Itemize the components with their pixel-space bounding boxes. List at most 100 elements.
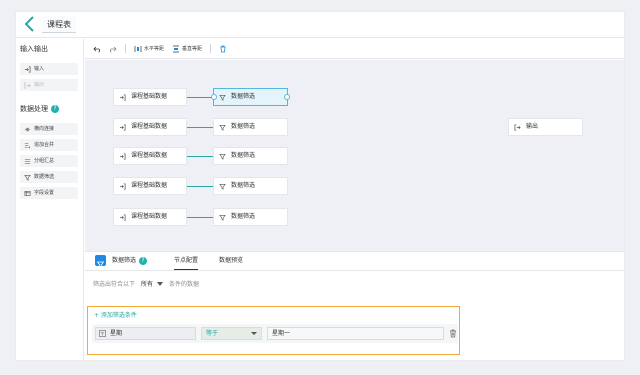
sidebar-item-label: 字段设置 [34,190,55,196]
source-node[interactable]: 课程基础数据 [113,88,187,106]
condition-operator-select[interactable]: 等于 [201,327,262,340]
filter-icon [24,174,31,181]
group-title-io-label: 输入输出 [20,45,48,53]
filter-icon [219,124,226,131]
flow-canvas[interactable]: 课程基础数据 数据筛选 课程基础数据 数据筛选 课程基础数据 数据筛选 课程基础… [85,60,624,251]
sidebar-item-label: 输入 [34,66,45,72]
vertical-distribute-label: 垂直等距 [182,46,203,52]
panel-header: 数据筛选 ? 节点配置 数据预览 [85,252,624,271]
sidebar-item-append[interactable]: 追加合并 [20,139,78,151]
source-node[interactable]: 课程基础数据 [113,147,187,165]
caret-down-icon [251,332,257,335]
node-label: 课程基础数据 [131,93,168,100]
filter-mode-select[interactable]: 所有 [141,279,164,288]
source-node[interactable]: 课程基础数据 [113,177,187,195]
edge[interactable] [187,217,213,218]
node-label: 数据筛选 [231,182,256,189]
node-label: 课程基础数据 [131,123,168,130]
sidebar-item-label: 数据筛选 [34,174,55,180]
sidebar-item-fields[interactable]: 字段设置 [20,187,78,199]
top-bar: 课程表 [16,12,624,38]
horizontal-distribute-button[interactable]: 水平等距 [134,45,164,53]
node-label: 数据筛选 [231,152,256,159]
filter-prefix: 筛选出符合以下 [93,281,136,288]
filter-suffix: 条件的数据 [169,281,200,288]
toolbar-divider [125,44,126,53]
login-icon [119,124,126,130]
text-field-icon [99,330,106,337]
edge[interactable] [187,186,213,187]
delete-condition-icon[interactable] [449,329,457,338]
redo-icon[interactable] [109,45,117,53]
filter-node[interactable]: 数据筛选 [213,147,288,165]
condition-row: 星期 等于 星期一 [92,324,458,343]
caret-down-icon [157,281,164,286]
login-icon [24,66,31,72]
sidebar-item-filter[interactable]: 数据筛选 [20,171,78,183]
toolbar: 水平等距 垂直等距 [85,39,624,59]
login-icon [119,153,126,159]
node-label: 输出 [526,123,539,130]
group-title-proc-label: 数据处理 [20,105,48,113]
undo-icon[interactable] [93,45,101,53]
sidebar-item-label: 追加合并 [34,142,55,148]
source-node[interactable]: 课程基础数据 [113,208,187,226]
sidebar-item-input[interactable]: 输入 [20,63,78,75]
filter-node[interactable]: 数据筛选 [213,208,288,226]
edge[interactable] [187,97,212,98]
filter-node[interactable]: 数据筛选 [213,177,288,195]
back-arrow-icon[interactable] [23,16,37,32]
help-icon[interactable]: ? [51,105,59,113]
filter-mode-value: 所有 [141,281,154,288]
filter-rule-line: 筛选出符合以下 所有 条件的数据 [93,279,199,288]
condition-value-input[interactable]: 星期一 [267,327,444,340]
page-title[interactable]: 课程表 [42,16,76,33]
logout-icon [24,82,31,88]
horizontal-distribute-icon [134,45,142,52]
group-title-io: 输入输出 [20,44,48,54]
tab-node-config[interactable]: 节点配置 [174,256,199,270]
node-label: 数据筛选 [231,213,256,220]
list-icon [24,158,31,164]
sidebar-item-label: 分组汇总 [34,158,55,164]
node-label: 课程基础数据 [131,152,168,159]
toolbar-divider [210,44,212,53]
sidebar-item-label: 输出 [34,82,45,88]
filter-icon [219,183,226,190]
trash-icon[interactable] [219,45,227,53]
filter-node-selected[interactable]: 数据筛选 [211,88,290,106]
output-port[interactable] [284,94,290,100]
sidebar-item-group[interactable]: 分组汇总 [20,155,78,167]
vertical-distribute-icon [173,45,180,52]
output-node[interactable]: 输出 [508,118,583,136]
help-icon[interactable]: ? [139,257,148,265]
merge-icon [24,142,31,148]
source-node[interactable]: 课程基础数据 [113,118,187,136]
filter-node[interactable]: 数据筛选 [213,118,288,136]
input-port[interactable] [211,94,217,100]
filter-icon [95,255,106,269]
condition-field-select[interactable]: 星期 [95,327,196,340]
vertical-distribute-button[interactable]: 垂直等距 [172,45,202,53]
node-label: 数据筛选 [231,123,256,130]
login-icon [119,94,126,100]
group-title-proc: 数据处理 ? [20,104,59,114]
filter-icon [219,94,226,101]
edge[interactable] [187,127,213,128]
node-label: 课程基础数据 [131,213,168,220]
panel-node-name: 数据筛选 ? [112,256,148,266]
tab-data-preview[interactable]: 数据预览 [219,256,243,266]
config-panel: 数据筛选 ? 节点配置 数据预览 筛选出符合以下 所有 条件的数据 + 添加筛选… [85,251,624,360]
sidebar-item-output[interactable]: 输出 [20,79,78,91]
conditions-box: + 添加筛选条件 星期 等于 星期一 [87,306,460,355]
sidebar-item-join[interactable]: 横向连接 [20,123,78,135]
node-label: 数据筛选 [231,93,256,100]
condition-operator-value: 等于 [206,330,219,337]
add-condition-button[interactable]: + 添加筛选条件 [94,310,137,319]
edge[interactable] [187,156,213,157]
app-window: 课程表 输入输出 输入 输出 数据处理 ? 横向连接 追加合并 分组汇总 数据筛… [16,12,624,360]
link-icon [24,127,31,131]
condition-value-text: 星期一 [272,330,291,337]
login-icon [119,183,126,189]
logout-icon [514,124,521,130]
